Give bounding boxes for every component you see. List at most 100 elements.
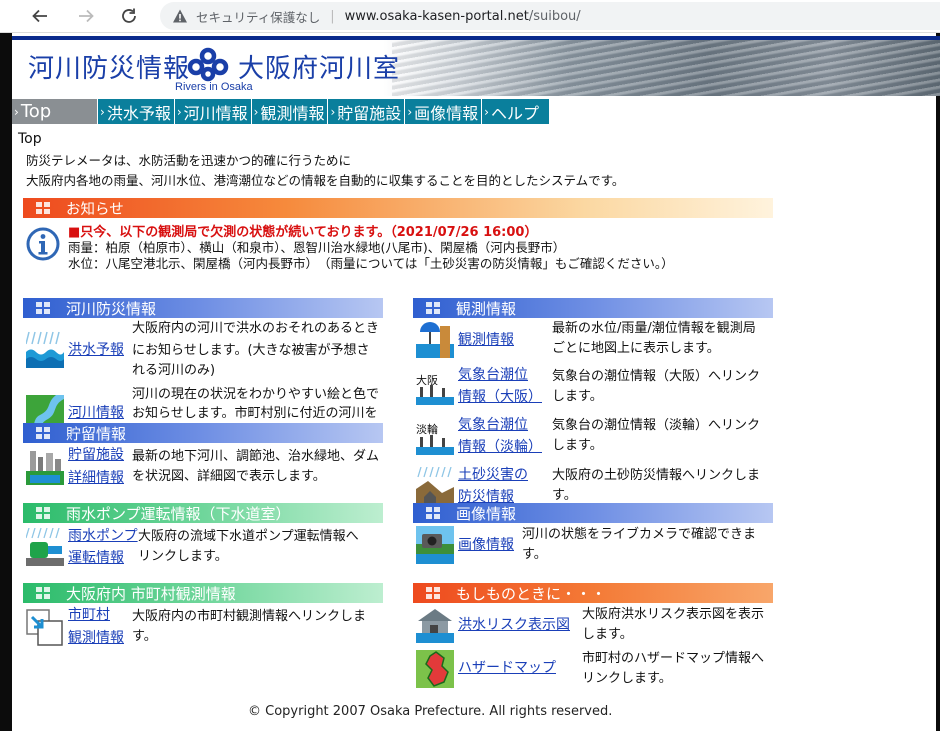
observation-link[interactable]: 観測情報 — [458, 329, 514, 351]
reload-button[interactable] — [116, 4, 142, 28]
tide-osaka-desc-1: 気象台の潮位情報（大阪）へリンク — [552, 369, 761, 384]
intro-line-2: 大阪府内各地の雨量、河川水位、港湾潮位などの情報を自動的に収集することを目的とし… — [26, 173, 625, 188]
river-info-desc-2: お知らせします。市町村別に付近の河川を — [132, 406, 378, 421]
flood-forecast-icon — [26, 330, 64, 368]
tide-osaka-link-1[interactable]: 気象台潮位 — [458, 364, 528, 386]
municipal-link[interactable]: 市町村 — [68, 604, 110, 626]
chevron-right-icon: › — [330, 104, 336, 119]
breadcrumb: Top — [18, 131, 42, 147]
municipal-observation-link[interactable]: 観測情報 — [68, 627, 124, 649]
rain-pump-link[interactable]: 雨水ポンプ — [68, 525, 138, 547]
landslide-icon — [416, 467, 454, 505]
storage-detail-link[interactable]: 詳細情報 — [68, 467, 124, 489]
river-info-link[interactable]: 河川情報 — [68, 402, 124, 424]
emergency-section-header: もしものときに・・・ — [413, 583, 773, 603]
site-title[interactable]: 河川防災情報 — [28, 48, 190, 85]
storage-section-header: 貯留情報 — [23, 423, 383, 443]
rain-pump-icon — [26, 528, 64, 566]
chevron-right-icon: › — [407, 104, 413, 119]
hazard-map-desc-1: 市町村のハザードマップ情報へ — [582, 651, 765, 666]
image-section-header: 画像情報 — [413, 503, 773, 523]
pump-operation-link[interactable]: 運転情報 — [68, 547, 124, 569]
tide-osaka-desc-2: します。 — [552, 389, 603, 404]
municipal-desc-1: 大阪府内の市町村観測情報へリンクしま — [132, 609, 367, 624]
tide-osaka-link-2[interactable]: 情報（大阪） — [458, 386, 542, 408]
site-header: 河川防災情報 大阪府河川室 Rivers in Osaka — [12, 36, 940, 96]
flood-risk-desc-2: します。 — [582, 627, 633, 642]
pump-desc-2: リンクします。 — [138, 549, 228, 564]
osaka-prefecture-logo-icon — [187, 47, 229, 82]
chevron-right-icon: › — [14, 104, 19, 119]
tide-osaka-icon — [416, 385, 454, 405]
landslide-link-1[interactable]: 土砂災害の — [458, 464, 528, 486]
tab-storage[interactable]: › 貯留施設 — [328, 99, 406, 124]
right-window-edge — [936, 33, 940, 731]
notice-header: お知らせ — [23, 198, 773, 218]
back-button[interactable] — [27, 4, 53, 28]
tide-tannowa-desc-2: します。 — [552, 438, 603, 453]
arrow-left-icon — [32, 9, 47, 23]
image-info-link[interactable]: 画像情報 — [458, 534, 514, 556]
flood-forecast-link[interactable]: 洪水予報 — [68, 339, 124, 361]
flood-forecast-desc-2: にお知らせします。(大きな被害が予想さ — [132, 343, 370, 358]
chevron-right-icon: › — [484, 104, 489, 119]
flood-forecast-desc-3: れる河川のみ) — [132, 363, 216, 378]
observation-desc-2: ごとに地図上に表示します。 — [552, 341, 720, 356]
observation-gauge-icon — [416, 320, 454, 358]
storage-desc-2: を状況図、詳細図で表示します。 — [132, 469, 326, 484]
grid-icon — [426, 507, 440, 519]
live-camera-icon — [416, 526, 454, 564]
flood-forecast-desc-1: 大阪府内の河川で洪水のおそれのあるとき — [132, 321, 380, 336]
grid-icon — [426, 587, 440, 599]
chevron-right-icon: › — [253, 104, 259, 119]
grid-icon — [36, 507, 50, 519]
address-bar[interactable]: セキュリティ保護なし | www.osaka-kasen-portal.net /… — [160, 2, 940, 30]
tab-top[interactable]: › Top — [12, 99, 98, 124]
hazard-map-icon — [416, 650, 454, 688]
tab-image[interactable]: › 画像情報 — [405, 99, 483, 124]
municipal-link-icon — [26, 609, 64, 647]
pump-desc-1: 大阪府の流域下水道ポンプ運転情報へ — [138, 529, 359, 544]
hazard-map-link[interactable]: ハザードマップ — [458, 657, 556, 679]
tide-tannowa-icon — [416, 435, 454, 455]
flood-risk-map-icon — [416, 605, 454, 643]
tab-help[interactable]: › ヘルプ — [482, 99, 550, 124]
observation-section-header: 観測情報 — [413, 298, 773, 318]
site-organization: 大阪府河川室 — [238, 54, 401, 84]
browser-toolbar: セキュリティ保護なし | www.osaka-kasen-portal.net /… — [0, 0, 940, 33]
pump-section-header: 雨水ポンプ運転情報（下水道室） — [23, 503, 383, 523]
chevron-right-icon: › — [176, 104, 182, 119]
grid-icon — [36, 302, 50, 314]
intro-line-1: 防災テレメータは、水防活動を迅速かつ的確に行うために — [26, 153, 352, 168]
image-desc-1: 河川の状態をライブカメラで確認できま — [522, 527, 757, 542]
security-label[interactable]: セキュリティ保護なし — [196, 7, 320, 26]
tab-flood-forecast[interactable]: › 洪水予報 — [98, 99, 175, 124]
flood-risk-map-link[interactable]: 洪水リスク表示図 — [458, 614, 570, 636]
tide-tannowa-link-2[interactable]: 情報（淡輪） — [458, 436, 542, 458]
river-section-header: 河川防災情報 — [23, 298, 383, 318]
storage-facility-icon — [26, 447, 64, 485]
observation-desc-1: 最新の水位/雨量/潮位情報を観測局 — [552, 321, 756, 336]
main-nav: › Top › 洪水予報 › 河川情報 › 観測情報 › 貯留施設 › 画像情報 › ヘルプ — [12, 99, 550, 124]
copyright: © Copyright 2007 Osaka Prefecture. All r… — [248, 704, 613, 719]
notice-line-water: 水位：八尾空港北示、閑屋橋（河内長野市） （雨量については「土砂災害の防災情報」… — [68, 256, 674, 271]
flood-risk-desc-1: 大阪府洪水リスク表示図を表示 — [582, 607, 765, 622]
tab-river-info[interactable]: › 河川情報 — [174, 99, 252, 124]
municipal-desc-2: す。 — [132, 629, 157, 644]
forward-button[interactable] — [73, 4, 99, 28]
info-icon — [26, 227, 60, 261]
left-window-edge — [0, 33, 12, 731]
url-path[interactable]: /suibou/ — [529, 9, 581, 24]
storage-facility-link[interactable]: 貯留施設 — [68, 444, 124, 466]
tide-tannowa-desc-1: 気象台の潮位情報（淡輪）へリンク — [552, 418, 761, 433]
tide-tannowa-link-1[interactable]: 気象台潮位 — [458, 414, 528, 436]
warning-icon[interactable] — [172, 8, 188, 24]
tab-observation[interactable]: › 観測情報 — [251, 99, 329, 124]
landslide-desc-1: 大阪府の土砂防災情報へリンクしま — [552, 468, 761, 483]
storage-desc-1: 最新の地下河川、調節池、治水緑地、ダム — [132, 449, 380, 464]
arrow-right-icon — [79, 9, 94, 23]
url-host[interactable]: www.osaka-kasen-portal.net — [345, 9, 529, 24]
site-subtitle: Rivers in Osaka — [175, 81, 253, 93]
grid-icon — [36, 427, 50, 439]
hazard-map-desc-2: リンクします。 — [582, 671, 672, 686]
